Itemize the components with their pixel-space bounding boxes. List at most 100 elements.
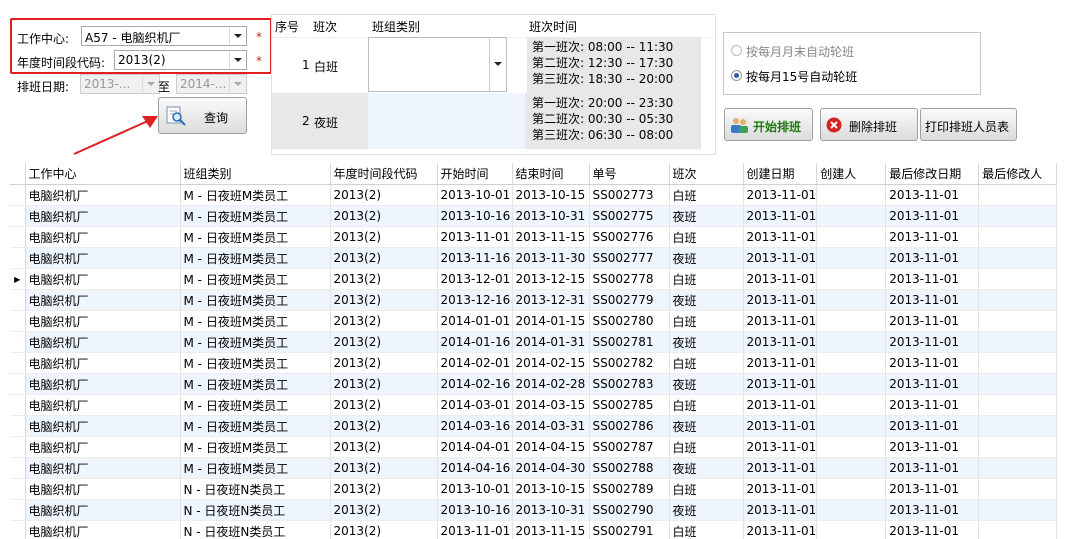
- table-cell[interactable]: 白班: [669, 394, 744, 416]
- table-row[interactable]: 电脑织机厂 M - 日夜班M类员工 2013(2) 2013-12-16 2013-12…: [10, 289, 1058, 311]
- table-cell[interactable]: 白班: [669, 268, 744, 290]
- table-cell[interactable]: 白班: [669, 352, 744, 374]
- table-cell[interactable]: 2013(2): [330, 289, 438, 311]
- table-cell[interactable]: 2013-11-01: [743, 415, 818, 437]
- table-cell[interactable]: 电脑织机厂: [25, 373, 181, 395]
- table-cell[interactable]: 2013-11-01: [885, 352, 980, 374]
- table-cell[interactable]: 电脑织机厂: [25, 415, 181, 437]
- table-cell[interactable]: 电脑织机厂: [25, 352, 181, 374]
- table-cell[interactable]: 2013(2): [330, 331, 438, 353]
- table-cell[interactable]: 2013-10-15: [512, 184, 590, 206]
- table-cell[interactable]: M - 日夜班M类员工: [180, 373, 331, 395]
- table-cell[interactable]: 夜班: [669, 289, 744, 311]
- table-cell[interactable]: M - 日夜班M类员工: [180, 415, 331, 437]
- table-cell[interactable]: 2013-10-15: [512, 478, 590, 500]
- table-cell[interactable]: 白班: [669, 436, 744, 458]
- table-cell[interactable]: SS002773: [589, 184, 670, 206]
- column-header[interactable]: 年度时间段代码: [330, 163, 438, 185]
- table-cell[interactable]: 2013-11-01: [743, 289, 818, 311]
- chevron-down-icon[interactable]: [142, 75, 159, 93]
- table-cell[interactable]: M - 日夜班M类员工: [180, 331, 331, 353]
- table-cell[interactable]: 2013-11-01: [885, 226, 980, 248]
- column-header[interactable]: 创建日期: [743, 163, 818, 185]
- period-select[interactable]: 2013(2): [114, 50, 247, 70]
- table-cell[interactable]: 2013-11-01: [743, 499, 818, 521]
- column-header[interactable]: 单号: [589, 163, 670, 185]
- table-cell[interactable]: 白班: [669, 226, 744, 248]
- table-cell[interactable]: 夜班: [669, 331, 744, 353]
- shift-row[interactable]: 2 夜班 第一班次: 20:00 -- 23:30 第二班次: 00:30 --…: [272, 93, 701, 149]
- table-cell[interactable]: [816, 457, 887, 479]
- table-cell[interactable]: 2013(2): [330, 520, 438, 539]
- table-cell[interactable]: 2013-11-01: [743, 520, 818, 539]
- table-cell[interactable]: 2013-11-01: [743, 352, 818, 374]
- table-cell[interactable]: 2013(2): [330, 184, 438, 206]
- column-header[interactable]: 工作中心: [25, 163, 181, 185]
- table-cell[interactable]: 白班: [669, 310, 744, 332]
- chevron-down-icon[interactable]: [229, 51, 246, 69]
- table-cell[interactable]: M - 日夜班M类员工: [180, 394, 331, 416]
- table-cell[interactable]: 2014-01-01: [437, 310, 513, 332]
- table-cell[interactable]: 2013(2): [330, 478, 438, 500]
- table-cell[interactable]: 2013-11-01: [885, 394, 980, 416]
- table-cell[interactable]: 2014-04-16: [437, 457, 513, 479]
- table-cell[interactable]: [816, 436, 887, 458]
- table-row[interactable]: 电脑织机厂 N - 日夜班N类员工 2013(2) 2013-11-01 2013-11…: [10, 520, 1058, 539]
- table-row[interactable]: 电脑织机厂 M - 日夜班M类员工 2013(2) 2014-03-16 2014-03…: [10, 415, 1058, 437]
- table-cell[interactable]: SS002776: [589, 226, 670, 248]
- table-cell[interactable]: 2013-11-01: [743, 205, 818, 227]
- table-cell[interactable]: 电脑织机厂: [25, 226, 181, 248]
- table-cell[interactable]: 电脑织机厂: [25, 289, 181, 311]
- table-cell[interactable]: 2013-11-01: [885, 457, 980, 479]
- table-cell[interactable]: [978, 415, 1058, 437]
- table-cell[interactable]: SS002787: [589, 436, 670, 458]
- column-header[interactable]: 最后修改日期: [885, 163, 980, 185]
- table-row[interactable]: 电脑织机厂 M - 日夜班M类员工 2013(2) 2014-02-16 2014-02…: [10, 373, 1058, 395]
- table-cell[interactable]: 2013-11-01: [885, 205, 980, 227]
- table-row[interactable]: 电脑织机厂 N - 日夜班N类员工 2013(2) 2013-10-16 2013-10…: [10, 499, 1058, 521]
- table-cell[interactable]: 2013-11-01: [743, 478, 818, 500]
- date-from-picker[interactable]: 2013-...: [80, 74, 160, 94]
- table-cell[interactable]: 2013(2): [330, 310, 438, 332]
- table-cell[interactable]: 2013(2): [330, 268, 438, 290]
- table-cell[interactable]: 2014-02-28: [512, 373, 590, 395]
- delete-schedule-button[interactable]: 删除排班: [820, 108, 918, 141]
- table-row[interactable]: 电脑织机厂 N - 日夜班N类员工 2013(2) 2013-10-01 2013-10…: [10, 478, 1058, 500]
- table-cell[interactable]: N - 日夜班N类员工: [180, 520, 331, 539]
- table-cell[interactable]: 2013-10-01: [437, 478, 513, 500]
- table-cell[interactable]: SS002780: [589, 310, 670, 332]
- table-cell[interactable]: SS002791: [589, 520, 670, 539]
- table-cell[interactable]: [978, 184, 1058, 206]
- table-cell[interactable]: [978, 331, 1058, 353]
- table-cell[interactable]: [978, 436, 1058, 458]
- table-cell[interactable]: 2013-11-16: [437, 247, 513, 269]
- table-cell[interactable]: [816, 205, 887, 227]
- table-cell[interactable]: SS002788: [589, 457, 670, 479]
- table-cell[interactable]: SS002775: [589, 205, 670, 227]
- table-cell[interactable]: 2013-11-01: [885, 289, 980, 311]
- table-cell[interactable]: SS002786: [589, 415, 670, 437]
- table-cell[interactable]: 白班: [669, 184, 744, 206]
- table-cell[interactable]: 2013(2): [330, 457, 438, 479]
- table-cell[interactable]: 2013-11-30: [512, 247, 590, 269]
- table-cell[interactable]: M - 日夜班M类员工: [180, 268, 331, 290]
- group-category-cell[interactable]: [368, 93, 525, 149]
- table-cell[interactable]: 2014-04-15: [512, 436, 590, 458]
- table-cell[interactable]: [978, 268, 1058, 290]
- chevron-down-icon[interactable]: [229, 27, 246, 45]
- table-cell[interactable]: 夜班: [669, 415, 744, 437]
- chevron-down-icon[interactable]: [489, 38, 506, 91]
- column-header[interactable]: 开始时间: [437, 163, 513, 185]
- rotation-15th-label[interactable]: 按每月15号自动轮班: [746, 68, 857, 85]
- table-cell[interactable]: 夜班: [669, 373, 744, 395]
- table-cell[interactable]: 2013(2): [330, 394, 438, 416]
- table-cell[interactable]: [816, 499, 887, 521]
- table-cell[interactable]: M - 日夜班M类员工: [180, 205, 331, 227]
- table-cell[interactable]: M - 日夜班M类员工: [180, 247, 331, 269]
- table-cell[interactable]: 2013(2): [330, 205, 438, 227]
- table-cell[interactable]: M - 日夜班M类员工: [180, 352, 331, 374]
- table-cell[interactable]: 电脑织机厂: [25, 268, 181, 290]
- table-cell[interactable]: 电脑织机厂: [25, 184, 181, 206]
- table-cell[interactable]: SS002777: [589, 247, 670, 269]
- table-cell[interactable]: SS002783: [589, 373, 670, 395]
